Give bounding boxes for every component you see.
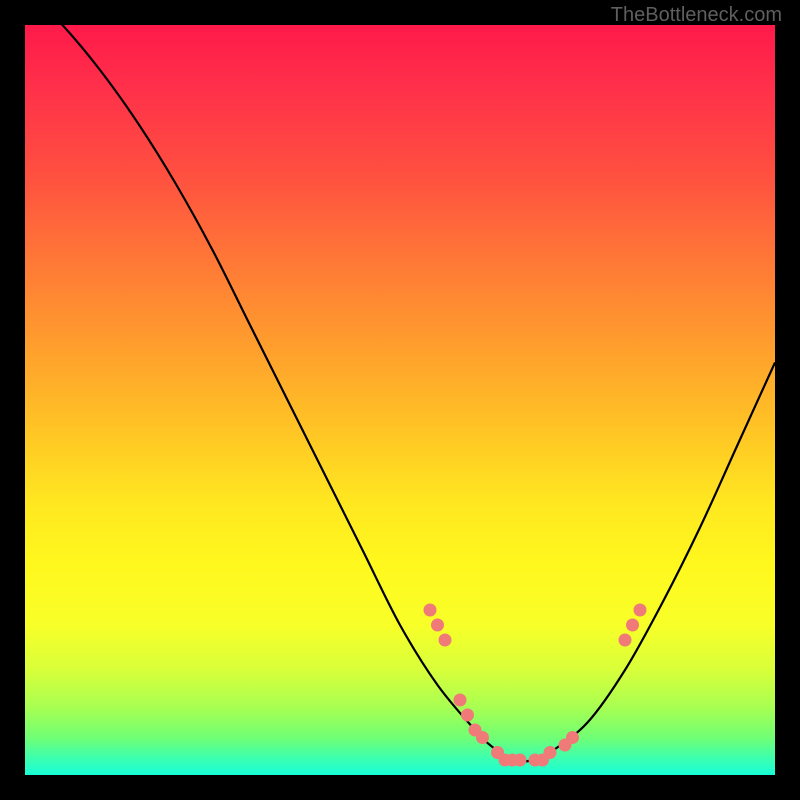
highlight-dot [634, 604, 647, 617]
highlight-dot [454, 694, 467, 707]
highlight-dot [619, 634, 632, 647]
highlight-dot [566, 731, 579, 744]
highlight-dot [544, 746, 557, 759]
highlight-dot [514, 754, 527, 767]
highlight-dot [626, 619, 639, 632]
highlight-dot [439, 634, 452, 647]
highlight-dot [431, 619, 444, 632]
highlight-dots-group [424, 604, 647, 767]
highlight-dot [424, 604, 437, 617]
highlight-dot [476, 731, 489, 744]
highlight-dot [461, 709, 474, 722]
watermark-text: TheBottleneck.com [611, 4, 782, 27]
chart-svg [25, 25, 775, 775]
bottleneck-curve-line [25, 0, 775, 761]
